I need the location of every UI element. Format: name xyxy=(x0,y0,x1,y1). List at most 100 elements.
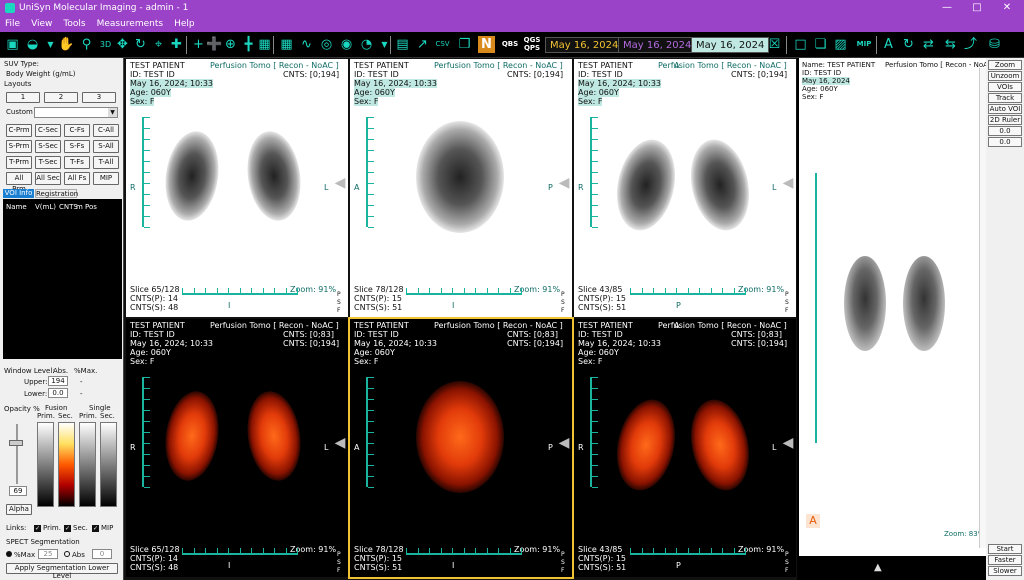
apply-segmentation-button[interactable]: Apply Segmentation Lower Level xyxy=(6,563,118,580)
view-mode-p[interactable]: P xyxy=(561,291,570,298)
stack-icon[interactable]: ▨ xyxy=(832,36,849,53)
view-mode-p[interactable]: P xyxy=(785,551,794,558)
measure-value-2[interactable]: 0.0 xyxy=(988,137,1022,147)
dropdown-arrow-icon[interactable]: ▼ xyxy=(42,36,59,53)
menu-file[interactable]: File xyxy=(5,19,20,29)
layout-t-fs-button[interactable]: T-Fs xyxy=(64,156,90,169)
magnifier-icon[interactable]: ⚲ xyxy=(78,36,95,53)
view-mode-f[interactable]: F xyxy=(785,307,794,314)
vois-button[interactable]: VOIs xyxy=(988,82,1022,92)
single-sec-colorbar[interactable] xyxy=(100,422,117,507)
page-icon[interactable]: □ xyxy=(792,36,809,53)
qgs-qps-button[interactable]: QGS QPS xyxy=(522,36,542,53)
target-icon[interactable]: ⊕ xyxy=(222,36,239,53)
collapse-arrow-icon[interactable]: ◀ xyxy=(334,433,346,453)
view-mode-f[interactable]: F xyxy=(561,567,570,574)
layout-all-sec-button[interactable]: All Sec xyxy=(35,172,61,185)
window-icon[interactable]: ❐ xyxy=(456,36,473,53)
close-box-icon[interactable]: ☒ xyxy=(766,36,783,53)
link-mip-checkbox[interactable]: ✓ MIP xyxy=(92,524,113,532)
viewport-4[interactable]: TEST PATIENT ID: TEST ID May 16, 2024; 10:… xyxy=(126,319,348,577)
layout-t-sec-button[interactable]: T-Sec xyxy=(35,156,61,169)
custom-dropdown[interactable]: ▼ xyxy=(34,107,118,118)
n-logo-icon[interactable]: N xyxy=(478,36,495,53)
hand-icon[interactable]: ✋ xyxy=(58,36,75,53)
mip-scrollbar[interactable] xyxy=(979,68,986,548)
single-prim-colorbar[interactable] xyxy=(79,422,96,507)
pie-icon[interactable]: ◔ xyxy=(358,36,375,53)
cross-lines-icon[interactable]: ╋ xyxy=(240,36,257,53)
seg-abs-input[interactable]: 0 xyxy=(92,549,112,559)
layers-icon[interactable]: ❏ xyxy=(812,36,829,53)
view-mode-p[interactable]: P xyxy=(337,291,346,298)
zoom-button[interactable]: Zoom xyxy=(988,60,1022,70)
track-button[interactable]: Track xyxy=(988,93,1022,103)
layout-mip-button[interactable]: MIP xyxy=(93,172,119,185)
document-icon[interactable]: ▤ xyxy=(394,36,411,53)
layout-s-sec-button[interactable]: S-Sec xyxy=(35,140,61,153)
viewport-1[interactable]: TEST PATIENT ID: TEST ID May 16, 2024; 10:… xyxy=(126,59,348,317)
upper-input[interactable]: 194 xyxy=(48,376,68,386)
seg-pct-input[interactable]: 25 xyxy=(38,549,58,559)
crop-icon[interactable]: ▣ xyxy=(4,36,21,53)
layout-s-prm-button[interactable]: S-Prm xyxy=(6,140,32,153)
crosshair-icon[interactable]: ⌖ xyxy=(150,36,167,53)
sync-lock-icon[interactable]: ⇆ xyxy=(942,36,959,53)
sphere-icon[interactable]: ◉ xyxy=(338,36,355,53)
layout-t-prm-button[interactable]: T-Prm xyxy=(6,156,32,169)
annotation-icon[interactable]: A xyxy=(880,36,897,53)
lock-icon[interactable]: ⛁ xyxy=(986,36,1003,53)
sync-icon[interactable]: ⇄ xyxy=(920,36,937,53)
auto-voi-button[interactable]: Auto VOI xyxy=(988,104,1022,114)
view-mode-s[interactable]: S xyxy=(337,559,346,566)
measure-value-1[interactable]: 0.0 xyxy=(988,126,1022,136)
layout-1-button[interactable]: 1 xyxy=(6,92,40,103)
collapse-arrow-icon[interactable]: ◀ xyxy=(782,433,794,453)
unzoom-button[interactable]: Unzoom xyxy=(988,71,1022,81)
opacity-input[interactable]: 69 xyxy=(9,486,27,496)
view-mode-f[interactable]: F xyxy=(561,307,570,314)
voi-list[interactable]: Name V(mL) CNTS m Pos xyxy=(3,199,122,359)
viewport-5[interactable]: TEST PATIENT ID: TEST ID May 16, 2024; 10:… xyxy=(348,317,574,579)
menu-tools[interactable]: Tools xyxy=(63,19,85,29)
viewport-2[interactable]: TEST PATIENT ID: TEST ID May 16, 2024; 10:… xyxy=(350,59,572,317)
mip-panel[interactable]: Name: TEST PATIENT Perfusion Tomo [ Reco… xyxy=(799,58,998,556)
seg-abs-radio[interactable]: Abs xyxy=(64,551,85,559)
layout-s-all-button[interactable]: S-All xyxy=(93,140,119,153)
slices-icon[interactable]: ◎ xyxy=(318,36,335,53)
slower-button[interactable]: Slower xyxy=(988,566,1022,576)
layout-c-sec-button[interactable]: C-Sec xyxy=(35,124,61,137)
suv-value[interactable]: Body Weight (g/mL) xyxy=(6,70,76,78)
link-prim-checkbox[interactable]: ✓ Prim. xyxy=(34,524,61,532)
date-secondary[interactable]: May 16, 2024 xyxy=(618,37,697,53)
layout-all-fs-button[interactable]: All Fs xyxy=(64,172,90,185)
collapse-arrow-icon[interactable]: ◀ xyxy=(558,173,570,193)
opacity-slider-track[interactable] xyxy=(16,424,18,484)
faster-button[interactable]: Faster xyxy=(988,555,1022,565)
opacity-slider-thumb[interactable] xyxy=(9,440,23,446)
fusion-prim-colorbar[interactable] xyxy=(37,422,54,507)
view-mode-p[interactable]: P xyxy=(337,551,346,558)
menu-measurements[interactable]: Measurements xyxy=(97,19,163,29)
collapse-arrow-icon[interactable]: ◀ xyxy=(558,433,570,453)
move-icon[interactable]: ✥ xyxy=(114,36,131,53)
2d-ruler-button[interactable]: 2D Ruler xyxy=(988,115,1022,125)
layout-t-all-button[interactable]: T-All xyxy=(93,156,119,169)
view-mode-s[interactable]: S xyxy=(785,559,794,566)
menu-help[interactable]: Help xyxy=(174,19,195,29)
csv-icon[interactable]: CSV xyxy=(434,36,451,53)
view-mode-s[interactable]: S xyxy=(337,299,346,306)
menu-view[interactable]: View xyxy=(31,19,52,29)
layout-s-fs-button[interactable]: S-Fs xyxy=(64,140,90,153)
view-mode-f[interactable]: F xyxy=(785,567,794,574)
layout-c-fs-button[interactable]: C-Fs xyxy=(64,124,90,137)
split-plus-icon[interactable]: ➕ xyxy=(206,36,223,53)
line-chart-icon[interactable]: ↗ xyxy=(414,36,431,53)
curve-icon[interactable]: ∿ xyxy=(298,36,315,53)
tab-voi-info[interactable]: VOI Info xyxy=(3,189,34,198)
layout-2-button[interactable]: 2 xyxy=(44,92,78,103)
annotation-a-icon[interactable]: A xyxy=(806,514,820,528)
start-button[interactable]: Start xyxy=(988,544,1022,554)
halfcircle-icon[interactable]: ◒ xyxy=(24,36,41,53)
layout-3-button[interactable]: 3 xyxy=(82,92,116,103)
